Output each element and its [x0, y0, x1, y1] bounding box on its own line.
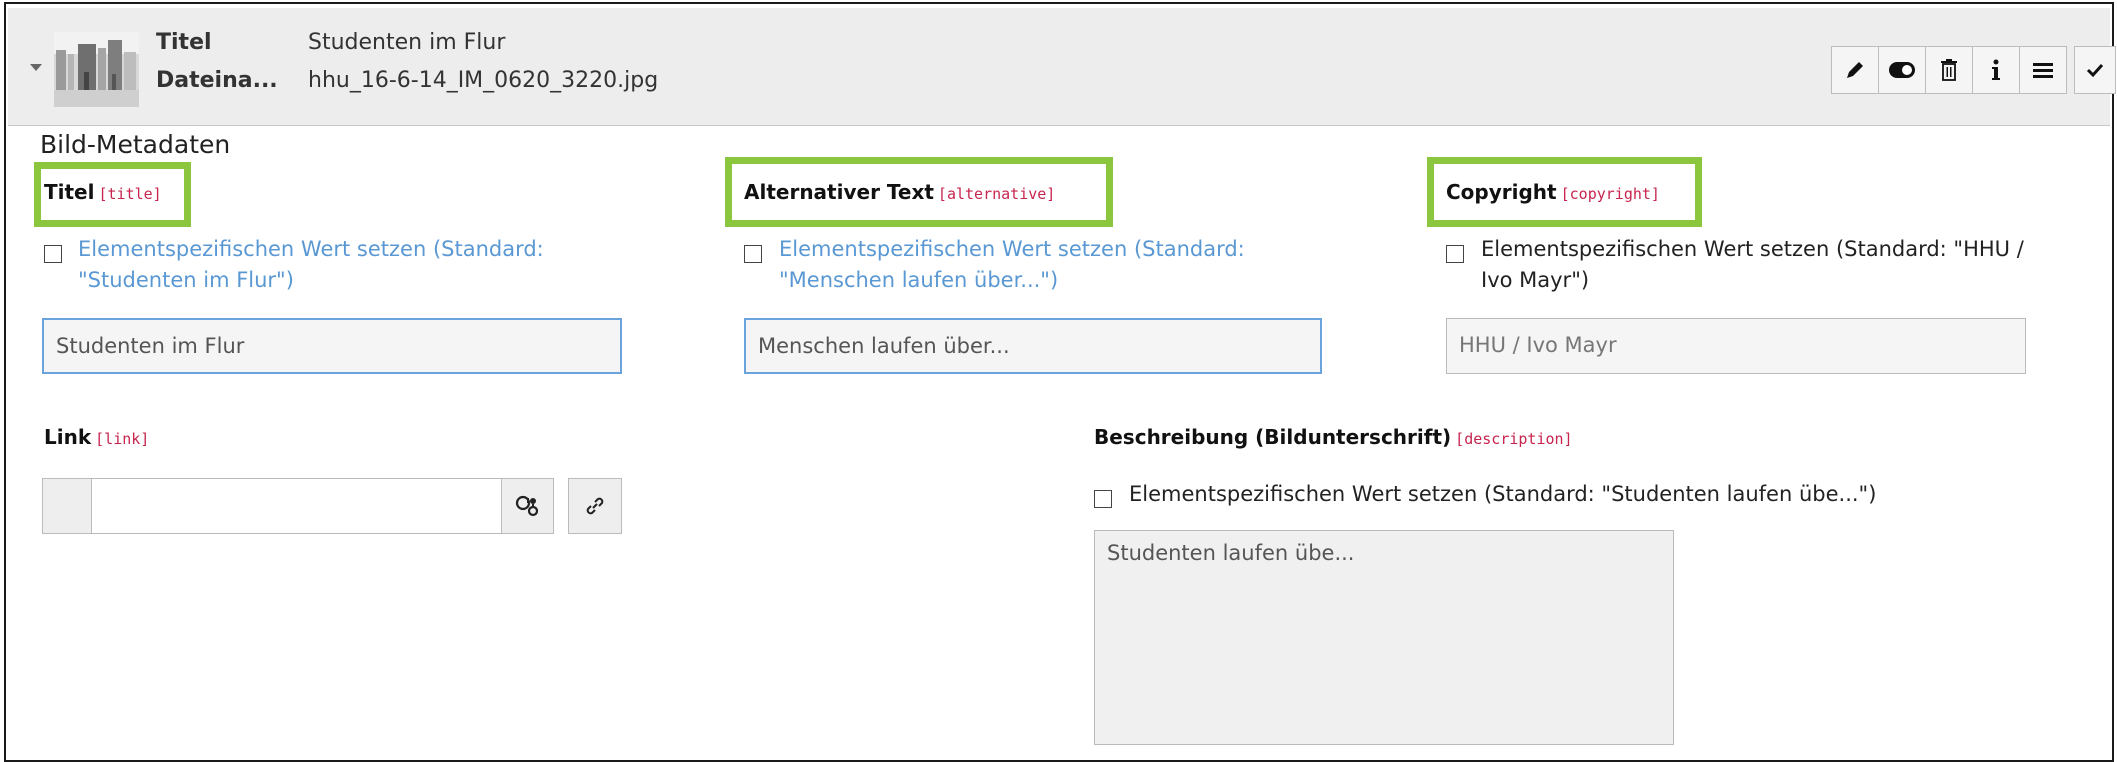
info-button[interactable] [1972, 46, 2020, 94]
info-icon [1992, 59, 2000, 80]
link-wizard-icon [515, 495, 538, 517]
description-label-text: Beschreibung (Bildunterschrift) [1094, 425, 1452, 449]
copyright-code: [copyright] [1560, 185, 1660, 203]
title-value: Studenten im Flur [308, 30, 506, 55]
link-input[interactable] [92, 478, 502, 534]
alternative-override-label[interactable]: Elementspezifischen Wert setzen (Standar… [779, 234, 1245, 296]
title-override-label[interactable]: Elementspezifischen Wert setzen (Standar… [78, 234, 544, 296]
title-label: Titel [156, 30, 212, 55]
field-label-copyright: Copyright [copyright] [1446, 180, 1660, 204]
alternative-label-text: Alternativer Text [744, 180, 934, 204]
alternative-override-line2: "Menschen laufen über...") [779, 268, 1059, 292]
field-label-title: Titel [title] [44, 180, 162, 204]
section-title: Bild-Metadaten [40, 130, 231, 159]
menu-icon [2033, 63, 2053, 78]
copyright-override-checkbox[interactable] [1446, 245, 1464, 263]
alternative-input[interactable]: Menschen laufen über... [744, 318, 1322, 374]
thumbnail-image [54, 32, 139, 107]
filename-value: hhu_16-6-14_IM_0620_3220.jpg [308, 68, 659, 93]
pencil-icon [1847, 62, 1863, 78]
link-type-addon [42, 478, 92, 534]
link-code: [link] [95, 430, 150, 448]
trash-icon [1941, 59, 1957, 81]
filename-label: Dateina... [156, 68, 278, 93]
link-wizard-button[interactable] [502, 478, 554, 534]
confirm-button[interactable] [2074, 46, 2116, 94]
title-override-checkbox[interactable] [44, 245, 62, 263]
copyright-override-line2: Ivo Mayr") [1481, 268, 1590, 292]
description-override-label[interactable]: Elementspezifischen Wert setzen (Standar… [1129, 479, 1876, 510]
alternative-code: [alternative] [937, 185, 1056, 203]
drag-button[interactable] [2019, 46, 2067, 94]
title-input[interactable]: Studenten im Flur [42, 318, 622, 374]
edit-button[interactable] [1831, 46, 1879, 94]
toggle-icon [1889, 62, 1915, 78]
title-code: [title] [98, 185, 162, 203]
link-chain-icon [586, 497, 604, 515]
title-override-line2: "Studenten im Flur") [78, 268, 294, 292]
checkmark-icon [2086, 63, 2104, 78]
description-code: [description] [1455, 430, 1573, 448]
field-label-description: Beschreibung (Bildunterschrift) [descript… [1094, 425, 1573, 449]
copyright-label-text: Copyright [1446, 180, 1557, 204]
file-reference-header[interactable]: Titel Studenten im Flur Dateina... hhu_1… [8, 8, 2116, 126]
toggle-visibility-button[interactable] [1878, 46, 1926, 94]
link-label-text: Link [44, 425, 92, 449]
copyright-input[interactable]: HHU / Ivo Mayr [1446, 318, 2026, 374]
field-label-alternative: Alternativer Text [alternative] [744, 180, 1055, 204]
record-toolbar [1831, 46, 2067, 94]
title-override-line1: Elementspezifischen Wert setzen (Standar… [78, 237, 544, 261]
description-override-checkbox[interactable] [1094, 490, 1112, 508]
title-label-text: Titel [44, 180, 95, 204]
link-browser-button[interactable] [568, 478, 622, 534]
link-input-group [42, 478, 554, 536]
copyright-override-line1: Elementspezifischen Wert setzen (Standar… [1481, 237, 2024, 261]
collapse-caret-icon[interactable] [30, 64, 42, 71]
alternative-override-line1: Elementspezifischen Wert setzen (Standar… [779, 237, 1245, 261]
description-textarea[interactable]: Studenten laufen übe... [1094, 530, 1674, 745]
delete-button[interactable] [1925, 46, 1973, 94]
field-label-link: Link [link] [44, 425, 149, 449]
alternative-override-checkbox[interactable] [744, 245, 762, 263]
copyright-override-label[interactable]: Elementspezifischen Wert setzen (Standar… [1481, 234, 2024, 296]
image-thumbnail[interactable] [54, 32, 139, 107]
